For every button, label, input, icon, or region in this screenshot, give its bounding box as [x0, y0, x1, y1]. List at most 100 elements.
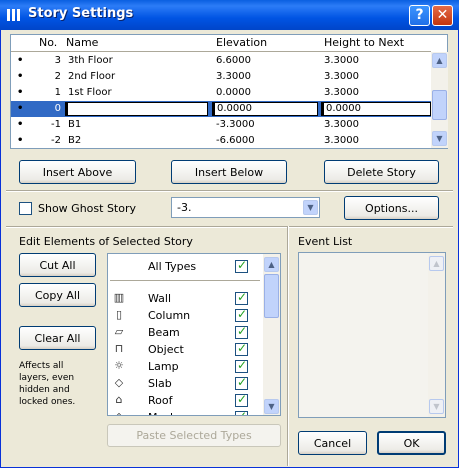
- paste-selected-types-button[interactable]: Paste Selected Types: [107, 424, 281, 447]
- story-elevation-input[interactable]: 0.0000: [212, 102, 318, 116]
- column-header-height[interactable]: Height to Next: [324, 36, 404, 49]
- story-row[interactable]: • -2 B2 -6.6000 3.3000: [11, 133, 431, 149]
- type-row-slab[interactable]: ◇ Slab: [108, 375, 263, 392]
- affects-all-note: Affects all layers, even hidden and lock…: [19, 361, 76, 407]
- type-rows: ▥ Wall ▯ Column ▱ Beam ⊓ Object ☼ Lamp ◇ Slab ⌂ Roof ◈…: [108, 290, 264, 415]
- scroll-thumb[interactable]: [432, 90, 447, 120]
- type-checkbox[interactable]: [235, 392, 248, 407]
- type-checkbox[interactable]: [235, 324, 248, 339]
- story-row[interactable]: • -1 B1 -3.3000 3.3000: [11, 117, 431, 133]
- type-checkbox[interactable]: [235, 307, 248, 322]
- insert-below-button[interactable]: Insert Below: [171, 160, 287, 184]
- story-elevation: 0.0000: [216, 87, 251, 98]
- story-elevation: 6.6000: [216, 55, 251, 66]
- type-checkbox[interactable]: [235, 341, 248, 356]
- show-ghost-story-checkbox[interactable]: [19, 202, 32, 215]
- story-name: 2nd Floor: [68, 71, 116, 82]
- scroll-down-icon[interactable]: ▼: [264, 399, 279, 414]
- story-name: B1: [68, 119, 82, 130]
- insert-above-button[interactable]: Insert Above: [19, 160, 136, 184]
- type-row-roof[interactable]: ⌂ Roof: [108, 392, 263, 409]
- type-row-object[interactable]: ⊓ Object: [108, 341, 263, 358]
- story-name: B2: [68, 135, 82, 146]
- story-elevation-value: 0.0000: [217, 103, 252, 114]
- type-row-beam[interactable]: ▱ Beam: [108, 324, 263, 341]
- column-header-elevation[interactable]: Elevation: [216, 36, 267, 49]
- element-types-list[interactable]: All Types ▥ Wall ▯ Column ▱ Beam ⊓ Object ☼ Lamp ◇…: [107, 253, 281, 416]
- type-label: Roof: [148, 394, 173, 407]
- story-elevation: -3.3000: [216, 119, 255, 130]
- scroll-up-icon[interactable]: ▲: [429, 256, 444, 271]
- scroll-up-icon[interactable]: ▲: [264, 257, 279, 272]
- types-scrollbar[interactable]: ▲ ▼: [263, 254, 280, 415]
- all-types-checkbox[interactable]: [235, 258, 248, 273]
- story-number: 1: [54, 87, 61, 98]
- scroll-thumb[interactable]: [264, 274, 279, 318]
- story-height: 3.3000: [324, 119, 359, 130]
- delete-story-button[interactable]: Delete Story: [324, 160, 439, 184]
- type-label: Object: [148, 343, 184, 356]
- type-row-mesh[interactable]: ◈ Mesh: [108, 409, 263, 415]
- type-label: Beam: [148, 326, 180, 339]
- story-number: -1: [51, 119, 61, 130]
- story-row[interactable]: • 1 1st Floor 0.0000 3.3000: [11, 85, 431, 101]
- type-label: Wall: [148, 292, 172, 305]
- close-button[interactable]: ✕: [432, 5, 453, 26]
- type-row-wall[interactable]: ▥ Wall: [108, 290, 263, 307]
- story-number: -2: [51, 135, 61, 146]
- clear-all-button[interactable]: Clear All: [19, 326, 96, 350]
- type-checkbox[interactable]: [235, 375, 248, 390]
- cut-all-button[interactable]: Cut All: [19, 253, 96, 277]
- story-height-value: 0.0000: [326, 103, 361, 114]
- column-icon: ▯: [115, 308, 123, 321]
- scroll-down-icon[interactable]: ▼: [432, 131, 447, 146]
- archicad-app-icon: [6, 7, 22, 23]
- story-row[interactable]: • 0 0.0000 0.0000: [11, 101, 431, 117]
- story-height: 3.3000: [324, 71, 359, 82]
- story-height: 3.3000: [324, 135, 359, 146]
- lamp-icon: ☼: [114, 359, 124, 372]
- help-button[interactable]: ?: [409, 5, 430, 26]
- story-height: 3.3000: [324, 55, 359, 66]
- story-name: 3th Floor: [68, 55, 113, 66]
- copy-all-button[interactable]: Copy All: [19, 283, 96, 307]
- type-label: Slab: [148, 377, 172, 390]
- type-row-lamp[interactable]: ☼ Lamp: [108, 358, 263, 375]
- story-list-header: No. Name Elevation Height to Next: [11, 36, 431, 52]
- list-divider: [110, 280, 260, 281]
- story-height: 3.3000: [324, 87, 359, 98]
- options-button[interactable]: Options...: [344, 196, 439, 220]
- ok-button[interactable]: OK: [377, 431, 446, 455]
- chevron-down-icon[interactable]: ▼: [303, 200, 318, 215]
- scroll-up-icon[interactable]: ▲: [432, 53, 447, 68]
- show-ghost-story-label: Show Ghost Story: [38, 202, 137, 215]
- roof-icon: ⌂: [115, 393, 123, 406]
- story-name-input[interactable]: [65, 102, 208, 116]
- story-name: 1st Floor: [68, 87, 112, 98]
- type-checkbox[interactable]: [235, 290, 248, 305]
- story-list-scrollbar[interactable]: ▲ ▼: [431, 52, 448, 148]
- story-number: 3: [54, 55, 61, 66]
- all-types-label: All Types: [148, 260, 197, 273]
- story-row[interactable]: • 3 3th Floor 6.6000 3.3000: [11, 53, 431, 69]
- story-marker: •: [17, 71, 24, 82]
- column-header-name[interactable]: Name: [66, 36, 98, 49]
- scroll-down-icon[interactable]: ▼: [429, 399, 444, 414]
- type-checkbox[interactable]: [235, 409, 248, 415]
- type-row-column[interactable]: ▯ Column: [108, 307, 263, 324]
- story-marker: •: [17, 119, 24, 130]
- event-list-title: Event List: [298, 235, 353, 248]
- event-list-scrollbar[interactable]: ▲ ▼: [428, 253, 445, 417]
- slab-icon: ◇: [114, 376, 124, 389]
- event-list[interactable]: ▲ ▼: [298, 252, 446, 418]
- story-rows: • 3 3th Floor 6.6000 3.3000 • 2 2nd Floor 3.3000…: [11, 53, 431, 149]
- ghost-story-select[interactable]: -3. ▼: [171, 197, 320, 218]
- type-checkbox[interactable]: [235, 358, 248, 373]
- column-header-no[interactable]: No.: [39, 36, 57, 49]
- story-list[interactable]: No. Name Elevation Height to Next • 3 3th …: [10, 34, 448, 149]
- cancel-button[interactable]: Cancel: [298, 431, 367, 455]
- story-number: 2: [54, 71, 61, 82]
- story-row[interactable]: • 2 2nd Floor 3.3000 3.3000: [11, 69, 431, 85]
- story-marker: •: [17, 103, 24, 114]
- story-height-input[interactable]: 0.0000: [321, 102, 431, 116]
